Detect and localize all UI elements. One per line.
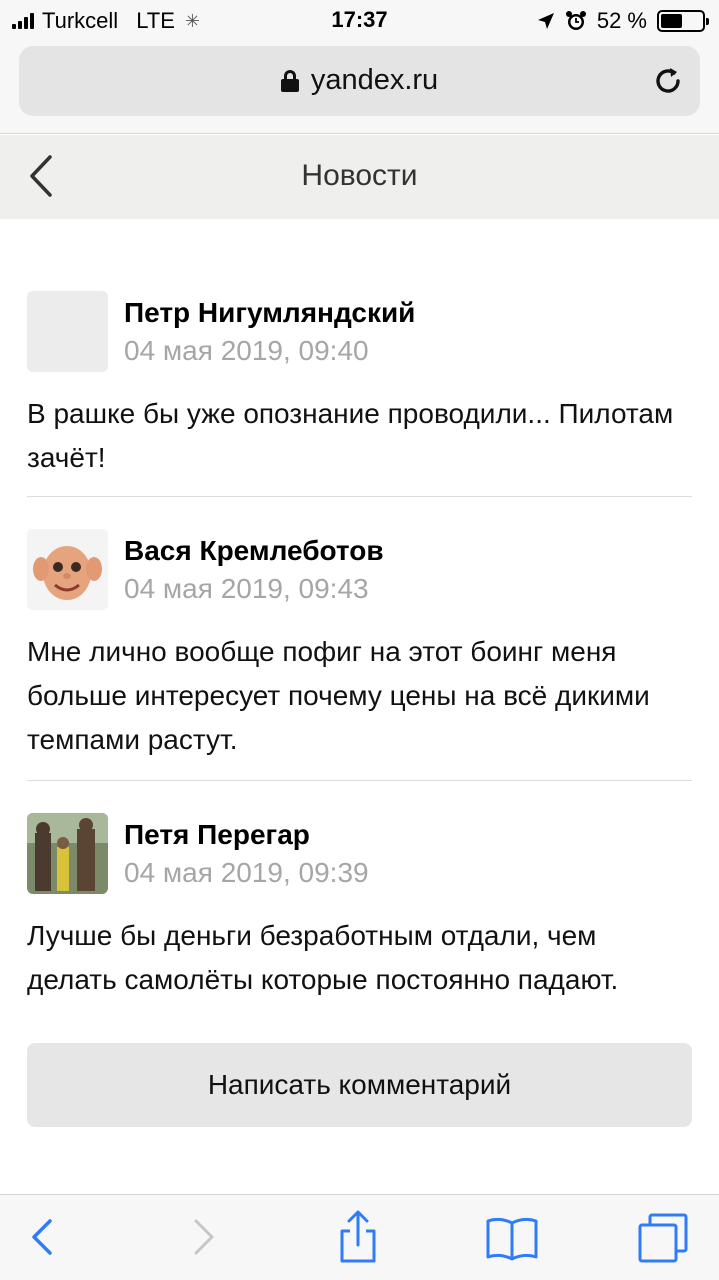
forward-icon[interactable] — [174, 1209, 230, 1265]
comment-date: 04 мая 2019, 09:43 — [124, 573, 369, 604]
reload-icon[interactable] — [650, 63, 686, 99]
comment-text: Мне лично вообще пофиг на этот боинг мен… — [27, 636, 650, 755]
battery-percent: 52 % — [596, 8, 647, 33]
status-right: 52 % — [537, 8, 709, 34]
address-bar[interactable]: yandex.ru — [19, 46, 700, 116]
tabs-icon[interactable] — [636, 1209, 692, 1265]
divider — [27, 780, 692, 781]
browser-toolbar — [0, 1194, 719, 1280]
back-icon[interactable] — [14, 1209, 70, 1265]
comment-date: 04 мая 2019, 09:40 — [124, 335, 369, 366]
avatar-face-image — [27, 529, 108, 610]
url-domain: yandex.ru — [310, 64, 439, 96]
page-title: Новости — [301, 159, 418, 192]
lock-icon — [280, 69, 299, 92]
address-bar-area: yandex.ru — [0, 40, 719, 134]
comment-author[interactable]: Петя Перегар — [124, 819, 310, 851]
battery-fill — [661, 14, 682, 28]
divider — [27, 496, 692, 497]
battery-icon — [657, 10, 709, 32]
location-arrow-icon — [537, 13, 554, 29]
write-comment-button[interactable]: Написать комментарий — [27, 1043, 692, 1127]
share-icon[interactable] — [330, 1209, 386, 1265]
avatar[interactable] — [27, 813, 108, 894]
comment-author[interactable]: Вася Кремлеботов — [124, 535, 384, 567]
comment-author[interactable]: Петр Нигумляндский — [124, 297, 415, 329]
page-header: Новости — [0, 135, 719, 219]
address-content: yandex.ru — [19, 64, 700, 97]
comment-date: 04 мая 2019, 09:39 — [124, 857, 369, 888]
alarm-icon — [565, 11, 586, 30]
bookmarks-icon[interactable] — [484, 1209, 540, 1265]
comment-text: Лучше бы деньги безработным отдали, чем … — [27, 920, 619, 995]
avatar[interactable] — [27, 529, 108, 610]
status-bar: Turkcell LTE ✳ 17:37 52 % — [0, 0, 719, 40]
avatar-statues-image — [27, 813, 108, 894]
comment-text: В рашке бы уже опознание проводили... Пи… — [27, 398, 674, 473]
avatar[interactable] — [27, 291, 108, 372]
